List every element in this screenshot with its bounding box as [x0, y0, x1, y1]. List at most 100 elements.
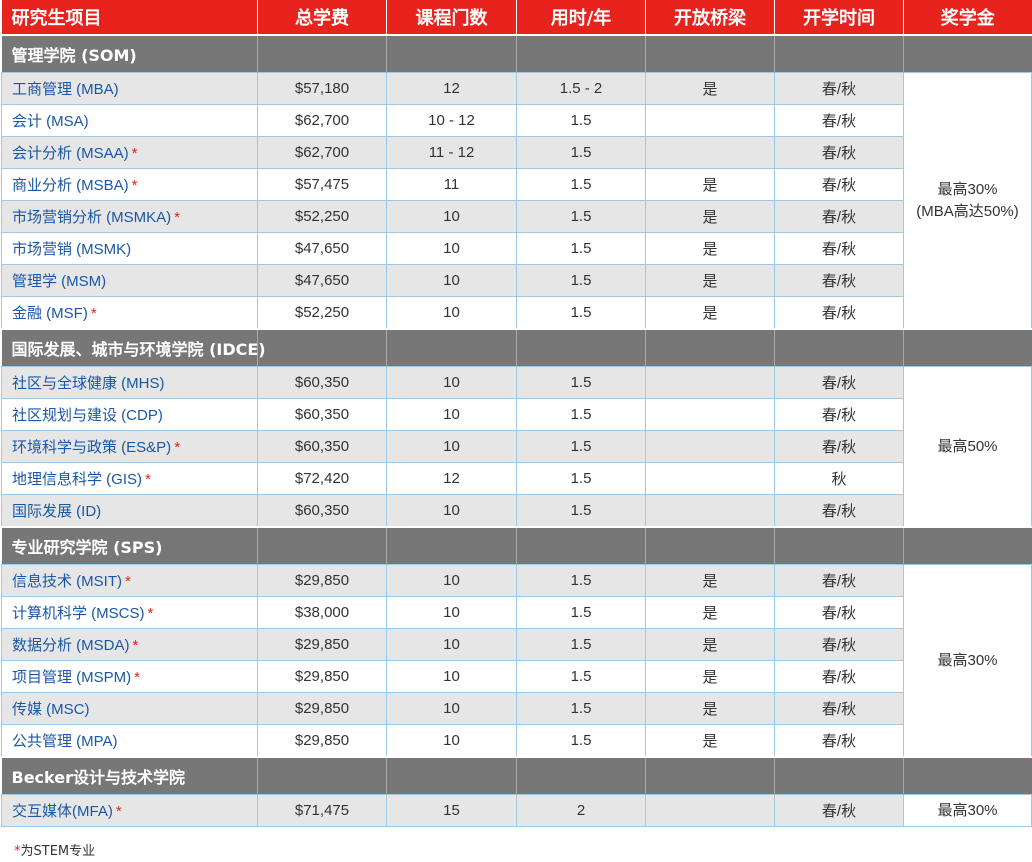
program-link[interactable]: 信息技术 (MSIT)	[12, 573, 122, 590]
table-row: 项目管理 (MSPM) * $29,850 10 1.5 是春/秋	[1, 660, 1032, 693]
tuition-cell: $71,475	[257, 794, 387, 827]
program-name-cell[interactable]: 数据分析 (MSDA) *	[1, 628, 258, 661]
stem-star-marker: *	[174, 439, 181, 456]
years-cell: 1.5	[516, 660, 646, 693]
program-name-cell[interactable]: 商业分析 (MSBA) *	[1, 168, 258, 201]
start-cell: 春/秋	[774, 660, 904, 693]
bridge-cell	[645, 794, 775, 827]
start-cell: 春/秋	[774, 596, 904, 629]
tuition-cell: $72,420	[257, 462, 387, 495]
program-name-cell[interactable]: 地理信息科学 (GIS) *	[1, 462, 258, 495]
program-link[interactable]: 管理学 (MSM)	[12, 273, 106, 290]
program-name-cell[interactable]: 计算机科学 (MSCS) *	[1, 596, 258, 629]
courses-cell: 10	[386, 660, 517, 693]
program-link[interactable]: 市场营销 (MSMK)	[12, 241, 131, 258]
bridge-cell: 是	[645, 628, 775, 661]
program-link[interactable]: 市场营销分析 (MSMKA)	[12, 209, 171, 226]
section-title: 国际发展、城市与环境学院 (IDCE)	[1, 328, 266, 367]
courses-cell: 11	[386, 168, 517, 201]
scholarship-text: 最高30%	[937, 801, 998, 819]
courses-cell: 10	[386, 232, 517, 265]
section-header-cell	[386, 526, 517, 565]
section-header-cell	[257, 526, 387, 565]
table-row: 计算机科学 (MSCS) * $38,000 10 1.5 是春/秋	[1, 596, 1032, 629]
program-link[interactable]: 环境科学与政策 (ES&P)	[12, 439, 171, 456]
table-row: 会计 (MSA) $62,700 10 - 12 1.5 春/秋	[1, 104, 1032, 137]
program-name-cell[interactable]: 社区与全球健康 (MHS)	[1, 366, 258, 399]
program-name-cell[interactable]: 金融 (MSF) *	[1, 296, 258, 330]
program-name-cell[interactable]: 会计分析 (MSAA) *	[1, 136, 258, 169]
program-name-cell[interactable]: 环境科学与政策 (ES&P) *	[1, 430, 258, 463]
program-link[interactable]: 工商管理 (MBA)	[12, 81, 119, 98]
program-name-cell[interactable]: 管理学 (MSM)	[1, 264, 258, 297]
program-link[interactable]: 商业分析 (MSBA)	[12, 177, 129, 194]
program-name-cell[interactable]: 市场营销 (MSMK)	[1, 232, 258, 265]
program-name-cell[interactable]: 国际发展 (ID)	[1, 494, 258, 528]
start-cell: 春/秋	[774, 366, 904, 399]
program-link[interactable]: 项目管理 (MSPM)	[12, 669, 131, 686]
program-link[interactable]: 公共管理 (MPA)	[12, 733, 118, 750]
program-name-cell[interactable]: 工商管理 (MBA)	[1, 72, 258, 105]
tuition-cell: $47,650	[257, 264, 387, 297]
start-cell: 春/秋	[774, 104, 904, 137]
tuition-cell: $52,250	[257, 200, 387, 233]
program-name-cell[interactable]: 信息技术 (MSIT) *	[1, 564, 258, 597]
bridge-cell: 是	[645, 168, 775, 201]
program-link[interactable]: 社区规划与建设 (CDP)	[12, 407, 163, 424]
years-cell: 1.5	[516, 264, 646, 297]
years-cell: 2	[516, 794, 646, 827]
program-link[interactable]: 社区与全球健康 (MHS)	[12, 375, 165, 392]
section-header: 专业研究学院 (SPS)	[1, 526, 1032, 565]
section-title: Becker设计与技术学院	[1, 756, 258, 795]
stem-star-marker: *	[174, 209, 181, 226]
scholarship-text: 最高30%	[937, 651, 998, 669]
tuition-cell: $57,475	[257, 168, 387, 201]
tuition-cell: $29,850	[257, 564, 387, 597]
courses-cell: 10	[386, 628, 517, 661]
program-link[interactable]: 金融 (MSF)	[12, 305, 88, 322]
program-name-cell[interactable]: 交互媒体(MFA) *	[1, 794, 258, 827]
program-name-cell[interactable]: 市场营销分析 (MSMKA) *	[1, 200, 258, 233]
table-row: 传媒 (MSC) $29,850 10 1.5 是春/秋	[1, 692, 1032, 725]
tuition-cell: $60,350	[257, 494, 387, 528]
tuition-cell: $29,850	[257, 660, 387, 693]
tuition-cell: $62,700	[257, 104, 387, 137]
years-cell: 1.5	[516, 430, 646, 463]
stem-star-marker: *	[90, 305, 97, 322]
courses-cell: 10	[386, 692, 517, 725]
program-link[interactable]: 国际发展 (ID)	[12, 503, 101, 520]
stem-star-marker: *	[145, 471, 151, 488]
program-link[interactable]: 数据分析 (MSDA)	[12, 637, 130, 654]
section-header-cell	[516, 526, 646, 565]
program-link[interactable]: 交互媒体(MFA)	[12, 803, 113, 820]
bridge-cell: 是	[645, 72, 775, 105]
program-link[interactable]: 地理信息科学 (GIS)	[12, 471, 142, 488]
section-header-cell	[645, 328, 775, 367]
program-link[interactable]: 会计分析 (MSAA)	[12, 145, 129, 162]
section-header-cell	[516, 328, 646, 367]
scholarship-cell: 最高30%	[903, 794, 1032, 827]
years-cell: 1.5 - 2	[516, 72, 646, 105]
program-link[interactable]: 计算机科学 (MSCS)	[12, 605, 145, 622]
bridge-cell: 是	[645, 692, 775, 725]
program-link[interactable]: 会计 (MSA)	[12, 113, 89, 130]
bridge-cell: 是	[645, 564, 775, 597]
section-header-cell	[516, 34, 646, 73]
section-header-cell	[257, 34, 387, 73]
section-header: 国际发展、城市与环境学院 (IDCE)	[1, 328, 1032, 367]
start-cell: 春/秋	[774, 232, 904, 265]
bridge-cell	[645, 398, 775, 431]
section-header-cell	[386, 328, 517, 367]
years-cell: 1.5	[516, 494, 646, 528]
table-row: 商业分析 (MSBA) * $57,475 11 1.5 是春/秋	[1, 168, 1032, 201]
years-cell: 1.5	[516, 136, 646, 169]
program-name-cell[interactable]: 项目管理 (MSPM) *	[1, 660, 258, 693]
program-name-cell[interactable]: 社区规划与建设 (CDP)	[1, 398, 258, 431]
courses-cell: 10	[386, 564, 517, 597]
program-link[interactable]: 传媒 (MSC)	[12, 701, 90, 718]
program-name-cell[interactable]: 传媒 (MSC)	[1, 692, 258, 725]
years-cell: 1.5	[516, 724, 646, 758]
col-header-tuition: 总学费	[257, 0, 387, 35]
program-name-cell[interactable]: 公共管理 (MPA)	[1, 724, 258, 758]
program-name-cell[interactable]: 会计 (MSA)	[1, 104, 258, 137]
